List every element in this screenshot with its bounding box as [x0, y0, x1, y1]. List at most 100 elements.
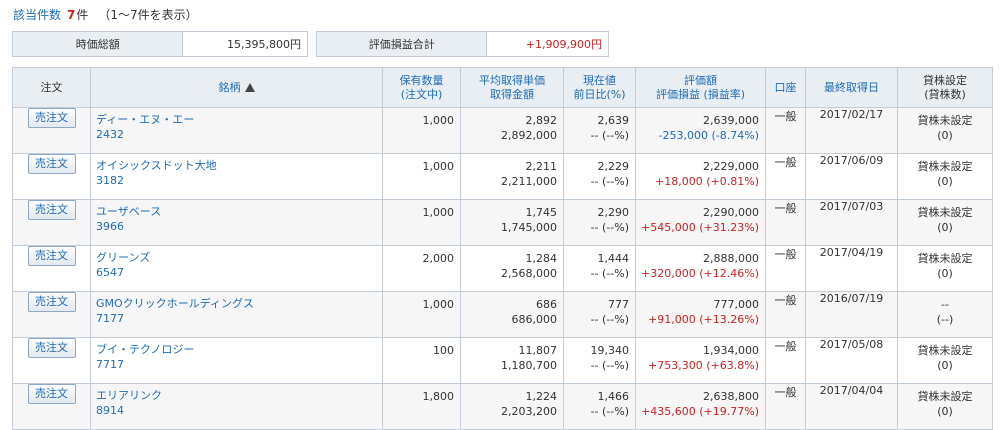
evaluation-cell: 777,000 +91,000 (+13.26%) [635, 291, 766, 338]
lending-cell: 貸株未設定 (0) [897, 383, 993, 430]
lending-cell: 貸株未設定 (0) [897, 153, 993, 200]
sell-order-button[interactable]: 売注文 [27, 154, 76, 174]
average-price-value: 1,284 [525, 252, 558, 265]
result-count-number: 7 [67, 8, 76, 22]
stock-code-link[interactable]: 7717 [96, 358, 378, 372]
result-range-text: （1〜7件を表示） [98, 8, 198, 22]
last-acquired-date: 2017/02/17 [819, 108, 884, 121]
quantity-value: 100 [433, 344, 454, 357]
evaluation-cell: 2,639,000 -253,000 (-8.74%) [635, 107, 766, 154]
average-cost-cell: 11,807 1,180,700 [460, 337, 564, 384]
average-cost-cell: 1,284 2,568,000 [460, 245, 564, 292]
col-header-account[interactable]: 口座 [765, 67, 806, 108]
order-cell: 売注文 [12, 383, 91, 430]
sell-order-button[interactable]: 売注文 [27, 384, 76, 404]
sell-order-button[interactable]: 売注文 [27, 292, 76, 312]
quantity-cell: 1,000 [382, 199, 461, 246]
table-row: 売注文 ディー・エヌ・エー 2432 1,000 2,892 2,892,000 2,639… [12, 107, 993, 154]
stock-name-link[interactable]: ユーザベース [96, 205, 378, 219]
lending-setting: -- [941, 298, 949, 311]
stock-code-link[interactable]: 2432 [96, 128, 378, 142]
last-acquired-cell: 2017/06/09 [805, 153, 898, 200]
day-change-value: -- (--%) [590, 359, 629, 372]
evaluation-value: 2,638,800 [703, 390, 759, 403]
quantity-cell: 1,000 [382, 107, 461, 154]
sort-ascending-icon [244, 82, 255, 92]
stock-cell: エリアリンク 8914 [90, 383, 383, 430]
evaluation-cell: 2,290,000 +545,000 (+31.23%) [635, 199, 766, 246]
sell-order-button[interactable]: 売注文 [27, 108, 76, 128]
account-type: 一般 [774, 294, 797, 307]
stock-code-link[interactable]: 7177 [96, 312, 378, 326]
col-header-name[interactable]: 銘柄 [90, 67, 383, 108]
market-value-label: 時価総額 [13, 32, 184, 56]
current-price-value: 777 [608, 298, 629, 311]
stock-code-link[interactable]: 3966 [96, 220, 378, 234]
lending-cell: 貸株未設定 (0) [897, 245, 993, 292]
unrealized-pl-summary: 評価損益合計 +1,909,900円 [316, 31, 609, 57]
evaluation-value: 1,934,000 [703, 344, 759, 357]
last-acquired-cell: 2017/02/17 [805, 107, 898, 154]
order-cell: 売注文 [12, 245, 91, 292]
quantity-value: 1,000 [422, 114, 455, 127]
profit-loss-value: +91,000 (+13.26%) [648, 313, 759, 326]
current-price-value: 2,290 [597, 206, 630, 219]
day-change-value: -- (--%) [590, 129, 629, 142]
lending-quantity: (--) [936, 313, 954, 326]
stock-name-link[interactable]: エリアリンク [96, 389, 378, 403]
stock-cell: ブイ・テクノロジー 7717 [90, 337, 383, 384]
current-price-cell: 2,290 -- (--%) [563, 199, 636, 246]
acquisition-cost-value: 1,180,700 [501, 359, 557, 372]
lending-cell: 貸株未設定 (0) [897, 337, 993, 384]
evaluation-value: 2,888,000 [703, 252, 759, 265]
last-acquired-cell: 2017/05/08 [805, 337, 898, 384]
account-cell: 一般 [765, 337, 806, 384]
lending-quantity: (0) [937, 405, 953, 418]
table-row: 売注文 ユーザベース 3966 1,000 1,745 1,745,000 2,290 -- … [12, 199, 993, 246]
current-price-cell: 777 -- (--%) [563, 291, 636, 338]
day-change-value: -- (--%) [590, 175, 629, 188]
lending-quantity: (0) [937, 359, 953, 372]
stock-cell: ディー・エヌ・エー 2432 [90, 107, 383, 154]
average-cost-cell: 2,211 2,211,000 [460, 153, 564, 200]
stock-code-link[interactable]: 6547 [96, 266, 378, 280]
acquisition-cost-value: 2,892,000 [501, 129, 557, 142]
market-value-summary: 時価総額 15,395,800円 [12, 31, 308, 57]
stock-name-link[interactable]: ディー・エヌ・エー [96, 113, 378, 127]
last-acquired-date: 2017/04/04 [819, 384, 884, 397]
lending-setting: 貸株未設定 [917, 160, 973, 173]
unrealized-pl-label: 評価損益合計 [317, 32, 488, 56]
table-row: 売注文 オイシックスドット大地 3182 1,000 2,211 2,211,000 2,2… [12, 153, 993, 200]
evaluation-value: 2,229,000 [703, 160, 759, 173]
table-header-row: 注文 銘柄 保有数量 (注文中) 平均取得単価 取得金額 現在値 前日比(%) 評価額… [12, 67, 993, 108]
acquisition-cost-value: 1,745,000 [501, 221, 557, 234]
quantity-cell: 1,000 [382, 291, 461, 338]
result-count: 該当件数 7件 （1〜7件を表示） [13, 6, 198, 23]
unrealized-pl-amount: +1,909,900円 [487, 32, 608, 56]
stock-name-link[interactable]: オイシックスドット大地 [96, 159, 378, 173]
stock-code-link[interactable]: 3182 [96, 174, 378, 188]
stock-name-link[interactable]: ブイ・テクノロジー [96, 343, 378, 357]
col-header-average-cost[interactable]: 平均取得単価 取得金額 [460, 67, 564, 108]
stock-name-link[interactable]: GMOクリックホールディングス [96, 297, 378, 311]
sell-order-button[interactable]: 売注文 [27, 200, 76, 220]
profit-loss-value: +320,000 (+12.46%) [641, 267, 759, 280]
sell-order-button[interactable]: 売注文 [27, 246, 76, 266]
col-header-last-acquired[interactable]: 最終取得日 [805, 67, 898, 108]
lending-cell: 貸株未設定 (0) [897, 107, 993, 154]
current-price-cell: 2,639 -- (--%) [563, 107, 636, 154]
profit-loss-value: +545,000 (+31.23%) [641, 221, 759, 234]
col-header-evaluation[interactable]: 評価額 評価損益 (損益率) [635, 67, 766, 108]
day-change-value: -- (--%) [590, 405, 629, 418]
stock-name-link[interactable]: グリーンズ [96, 251, 378, 265]
col-header-current-price[interactable]: 現在値 前日比(%) [563, 67, 636, 108]
last-acquired-cell: 2016/07/19 [805, 291, 898, 338]
col-header-quantity[interactable]: 保有数量 (注文中) [382, 67, 461, 108]
table-row: 売注文 ブイ・テクノロジー 7717 100 11,807 1,180,700 19,340… [12, 337, 993, 384]
sell-order-button[interactable]: 売注文 [27, 338, 76, 358]
order-cell: 売注文 [12, 199, 91, 246]
average-price-value: 1,745 [525, 206, 558, 219]
stock-code-link[interactable]: 8914 [96, 404, 378, 418]
day-change-value: -- (--%) [590, 221, 629, 234]
order-cell: 売注文 [12, 107, 91, 154]
